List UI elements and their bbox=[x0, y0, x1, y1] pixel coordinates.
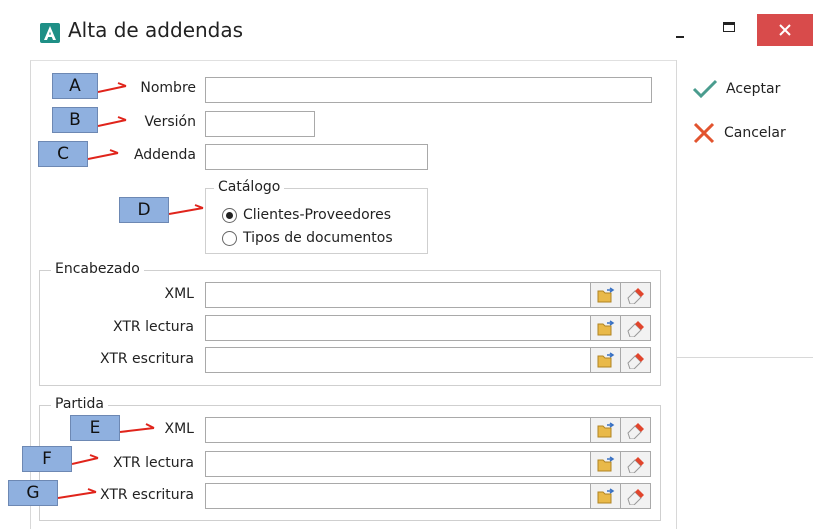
enc-xml-clear-button[interactable] bbox=[621, 282, 651, 308]
encabezado-title: Encabezado bbox=[51, 261, 144, 277]
eraser-icon bbox=[627, 288, 644, 304]
par-xtr-escritura-browse-button[interactable] bbox=[591, 483, 621, 509]
addenda-label: Addenda bbox=[133, 147, 196, 163]
partida-title: Partida bbox=[51, 396, 108, 412]
close-button[interactable] bbox=[757, 14, 813, 46]
par-xml-input[interactable] bbox=[205, 417, 591, 443]
catalogo-title: Catálogo bbox=[214, 179, 285, 195]
par-xtr-escritura-input[interactable] bbox=[205, 483, 591, 509]
cancel-button[interactable]: Cancelar bbox=[692, 120, 786, 146]
par-xml-browse-button[interactable] bbox=[591, 417, 621, 443]
x-icon bbox=[693, 122, 715, 144]
callout-c: C bbox=[38, 141, 88, 167]
folder-open-icon bbox=[597, 320, 615, 336]
enc-xml-browse-button[interactable] bbox=[591, 282, 621, 308]
nombre-input[interactable] bbox=[205, 77, 652, 103]
par-xtr-escritura-clear-button[interactable] bbox=[621, 483, 651, 509]
addenda-input[interactable] bbox=[205, 144, 428, 170]
par-xml-clear-button[interactable] bbox=[621, 417, 651, 443]
accept-button[interactable]: Aceptar bbox=[692, 76, 780, 102]
callout-arrow bbox=[169, 204, 204, 215]
eraser-icon bbox=[627, 489, 644, 505]
eraser-icon bbox=[627, 353, 644, 369]
eraser-icon bbox=[627, 457, 644, 473]
radio-label: Clientes-Proveedores bbox=[243, 207, 392, 223]
minimize-icon bbox=[676, 36, 684, 38]
close-icon bbox=[779, 24, 791, 36]
callout-g: G bbox=[8, 480, 58, 506]
radio-dot-selected bbox=[222, 207, 237, 223]
enc-xtr-lectura-input[interactable] bbox=[205, 315, 591, 341]
callout-arrow bbox=[72, 454, 99, 465]
callout-arrow bbox=[98, 82, 127, 93]
radio-clientes-proveedores[interactable]: Clientes-Proveedores bbox=[222, 207, 391, 223]
folder-open-icon bbox=[597, 352, 615, 368]
eraser-icon bbox=[627, 321, 644, 337]
maximize-icon bbox=[723, 22, 735, 32]
radio-tipos-documentos[interactable]: Tipos de documentos bbox=[222, 230, 393, 246]
enc-xml-input[interactable] bbox=[205, 282, 591, 308]
enc-xtr-lectura-clear-button[interactable] bbox=[621, 315, 651, 341]
enc-xtr-escritura-browse-button[interactable] bbox=[591, 347, 621, 373]
callout-d: D bbox=[119, 197, 169, 223]
callout-arrow bbox=[58, 488, 97, 499]
minimize-button[interactable] bbox=[668, 14, 698, 46]
callout-arrow bbox=[88, 149, 119, 160]
callout-b: B bbox=[52, 107, 98, 133]
folder-open-icon bbox=[597, 287, 615, 303]
enc-xtr-lectura-label: XTR lectura bbox=[113, 319, 194, 335]
cancel-label: Cancelar bbox=[724, 125, 786, 141]
par-xtr-lectura-input[interactable] bbox=[205, 451, 591, 477]
enc-xtr-lectura-browse-button[interactable] bbox=[591, 315, 621, 341]
enc-xtr-escritura-input[interactable] bbox=[205, 347, 591, 373]
callout-e: E bbox=[70, 415, 120, 441]
maximize-button[interactable] bbox=[716, 14, 746, 46]
enc-xml-label: XML bbox=[164, 286, 194, 302]
version-input[interactable] bbox=[205, 111, 315, 137]
callout-arrow bbox=[120, 423, 155, 433]
folder-open-icon bbox=[597, 422, 615, 438]
window-title: Alta de addendas bbox=[68, 18, 244, 42]
app-logo-icon bbox=[40, 23, 60, 43]
title-bar: Alta de addendas bbox=[0, 0, 813, 60]
enc-xtr-escritura-label: XTR escritura bbox=[99, 351, 194, 367]
callout-a: A bbox=[52, 73, 98, 99]
nombre-label: Nombre bbox=[140, 80, 196, 96]
eraser-icon bbox=[627, 423, 644, 439]
par-xtr-lectura-clear-button[interactable] bbox=[621, 451, 651, 477]
callout-f: F bbox=[22, 446, 72, 472]
version-label: Versión bbox=[144, 114, 196, 130]
par-xtr-lectura-browse-button[interactable] bbox=[591, 451, 621, 477]
radio-dot bbox=[222, 230, 237, 246]
radio-label: Tipos de documentos bbox=[243, 230, 393, 246]
callout-arrow bbox=[98, 116, 127, 127]
enc-xtr-escritura-clear-button[interactable] bbox=[621, 347, 651, 373]
panel-divider bbox=[676, 358, 677, 529]
checkmark-icon bbox=[692, 79, 718, 99]
folder-open-icon bbox=[597, 456, 615, 472]
folder-open-icon bbox=[597, 488, 615, 504]
accept-label: Aceptar bbox=[726, 81, 781, 97]
actions-panel bbox=[676, 60, 813, 358]
